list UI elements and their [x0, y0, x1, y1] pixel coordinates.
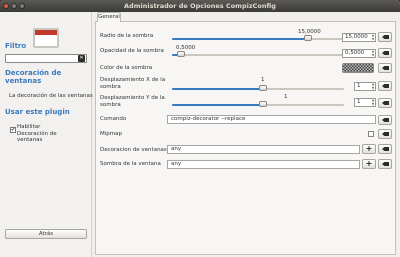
shadow-opacity-label: Opacidad de la sombra	[100, 48, 164, 54]
filter-input[interactable]: ✕	[5, 54, 87, 63]
shadow-y-spinbox[interactable]: 1 ▲ ▼	[354, 98, 376, 107]
tab-general[interactable]: General	[97, 12, 121, 22]
window: Administrador de Opciones CompizConfig F…	[0, 0, 400, 257]
reset-window-shadow-button[interactable]	[378, 159, 392, 169]
shadow-opacity-spinbox[interactable]: 0,5000 ▲ ▼	[342, 49, 376, 58]
window-shadow-input[interactable]: any	[167, 160, 360, 169]
filter-heading: Filtro	[5, 42, 27, 50]
plugin-icon	[33, 28, 59, 48]
slider-knob[interactable]	[303, 35, 312, 41]
back-button[interactable]: Atrás	[5, 229, 87, 239]
slider-fill	[172, 38, 308, 40]
command-label: Comando	[100, 116, 127, 122]
slider-knob[interactable]	[259, 101, 268, 107]
reset-shadow-opacity-button[interactable]	[378, 48, 392, 58]
slider-knob[interactable]	[176, 51, 185, 57]
slider-knob[interactable]	[259, 85, 268, 91]
reset-mipmap-button[interactable]	[378, 129, 392, 139]
spin-arrows-icon[interactable]: ▲ ▼	[371, 33, 375, 41]
reset-shadow-y-button[interactable]	[378, 98, 392, 108]
plus-icon: +	[365, 159, 373, 168]
shadow-radius-spinbox[interactable]: 15,0000 ▲ ▼	[342, 33, 376, 42]
reset-command-button[interactable]	[378, 115, 392, 125]
enable-label: Habilitar Decoración de ventanas	[17, 124, 57, 143]
spin-arrows-icon[interactable]: ▲ ▼	[371, 49, 375, 57]
category-item[interactable]: La decoración de las ventanas	[9, 93, 93, 99]
slider-fill	[172, 104, 264, 106]
reset-shadow-x-button[interactable]	[378, 81, 392, 91]
command-input[interactable]: compiz-decorator --replace	[167, 115, 376, 124]
shadow-y-slider[interactable]	[172, 101, 344, 107]
window-shadow-label: Sombra de la ventana	[100, 161, 161, 167]
title-bar: Administrador de Opciones CompizConfig	[0, 0, 400, 12]
decoration-windows-label: Decoracion de ventanas	[100, 147, 167, 153]
clear-filter-icon[interactable]: ✕	[78, 55, 85, 62]
shadow-x-spinbox[interactable]: 1 ▲ ▼	[354, 82, 376, 91]
window-title: Administrador de Opciones CompizConfig	[124, 2, 276, 10]
reset-shadow-radius-button[interactable]	[378, 32, 392, 42]
reset-shadow-color-button[interactable]	[378, 63, 392, 73]
slider-fill	[172, 88, 264, 90]
reset-decoration-windows-button[interactable]	[378, 144, 392, 154]
decoration-windows-input[interactable]: any	[167, 145, 360, 154]
shadow-y-label: Desplazamiento Y de la sombra	[100, 95, 165, 108]
shadow-x-slider[interactable]	[172, 85, 344, 91]
enable-plugin-checkbox[interactable]: ✔	[10, 127, 16, 133]
shadow-y-slider-value: 1	[284, 94, 288, 100]
mipmap-checkbox[interactable]	[368, 131, 374, 137]
shadow-color-label: Color de la sombra	[100, 65, 153, 71]
shadow-radius-slider[interactable]	[172, 35, 344, 41]
spin-arrows-icon[interactable]: ▲ ▼	[371, 82, 375, 90]
shadow-radius-label: Radio de la sombra	[100, 33, 154, 39]
shadow-opacity-slider[interactable]	[172, 51, 344, 57]
add-shadow-match-button[interactable]: +	[362, 159, 376, 169]
shadow-x-label: Desplazamiento X de la sombra	[100, 77, 166, 90]
shadow-color-button[interactable]	[342, 63, 374, 73]
add-decoration-match-button[interactable]: +	[362, 144, 376, 154]
plus-icon: +	[365, 144, 373, 153]
mipmap-label: Mipmap	[100, 131, 122, 137]
category-heading: Decoración de ventanas	[5, 69, 62, 85]
shadow-x-slider-value: 1	[261, 77, 265, 83]
spin-arrows-icon[interactable]: ▲ ▼	[371, 98, 375, 106]
use-plugin-heading: Usar este plugin	[5, 108, 70, 116]
